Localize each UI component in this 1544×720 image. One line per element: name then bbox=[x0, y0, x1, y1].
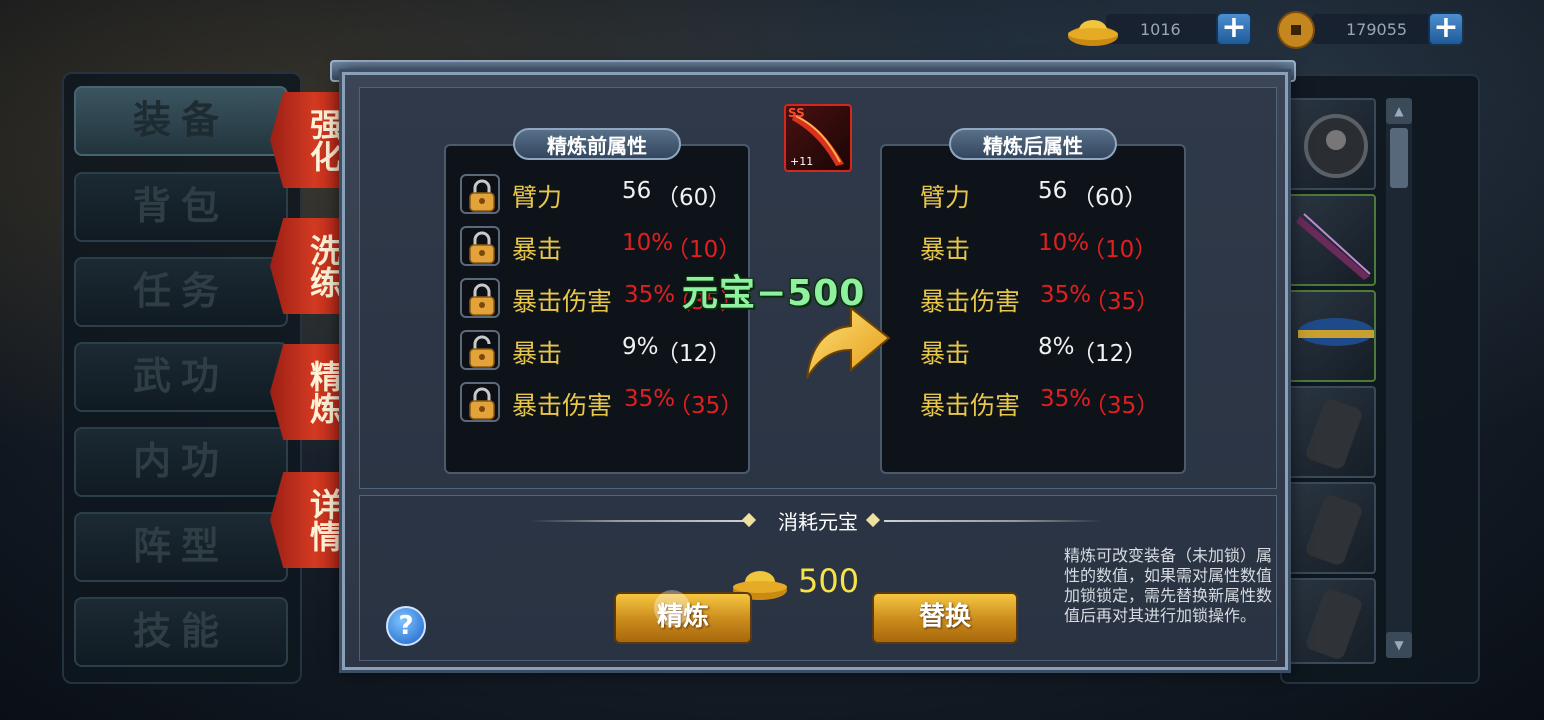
equipment-list: ▲ ▼ bbox=[1280, 74, 1480, 684]
equipment-slot[interactable] bbox=[1288, 578, 1376, 664]
scroll-down-icon[interactable]: ▼ bbox=[1386, 632, 1412, 658]
hat-icon bbox=[1298, 318, 1374, 346]
refine-note: 精炼可改变装备（未加锁）属性的数值，如果需对属性数值加锁锁定，需先替换新属性数值… bbox=[1064, 546, 1273, 625]
menu-bag[interactable]: 背包 bbox=[74, 172, 288, 242]
item-grade: SS bbox=[788, 106, 805, 120]
attribute-name: 暴击伤害 bbox=[512, 391, 613, 420]
scroll-up-icon[interactable]: ▲ bbox=[1386, 98, 1412, 124]
scrollbar[interactable]: ▲ ▼ bbox=[1386, 98, 1412, 658]
attribute-value: 9% bbox=[622, 334, 659, 360]
menu-martial-arts[interactable]: 武功 bbox=[74, 342, 288, 412]
attribute-name: 暴击 bbox=[920, 339, 971, 368]
after-attributes-title: 精炼后属性 bbox=[949, 128, 1117, 160]
attribute-name: 臂力 bbox=[920, 183, 971, 212]
attribute-max: （10） bbox=[666, 237, 742, 263]
attribute-max: （35） bbox=[668, 393, 744, 419]
consume-amount: 500 bbox=[798, 562, 860, 600]
menu-equipment[interactable]: 装备 bbox=[74, 86, 288, 156]
lock-icon[interactable] bbox=[460, 174, 500, 214]
menu-skills[interactable]: 技能 bbox=[74, 597, 288, 667]
before-attribute-row: 暴击伤害 35% （35） bbox=[446, 380, 752, 426]
menu-inner-power[interactable]: 内功 bbox=[74, 427, 288, 497]
attribute-max: （60） bbox=[656, 185, 732, 211]
ingot-amount: 1016 bbox=[1140, 20, 1181, 39]
gauntlet-icon bbox=[1306, 495, 1362, 565]
touch-indicator bbox=[654, 590, 690, 626]
menu-quest[interactable]: 任务 bbox=[74, 257, 288, 327]
tab-details[interactable]: 详情 bbox=[270, 472, 344, 568]
attribute-name: 臂力 bbox=[512, 183, 563, 212]
help-button[interactable]: ? bbox=[386, 606, 426, 646]
after-attribute-row: 暴击 10% （10） bbox=[882, 224, 1188, 270]
attribute-name: 暴击伤害 bbox=[920, 391, 1021, 420]
before-attribute-row: 暴击 9% （12） bbox=[446, 328, 752, 374]
menu-formation[interactable]: 阵型 bbox=[74, 512, 288, 582]
divider-right bbox=[884, 520, 1102, 522]
scroll-thumb[interactable] bbox=[1390, 128, 1408, 188]
attribute-max: （10） bbox=[1082, 237, 1158, 263]
tab-enhance[interactable]: 强化 bbox=[270, 92, 344, 188]
attribute-value: 56 bbox=[622, 178, 652, 204]
refine-dialog: 精炼前属性 臂力 56 （60） 暴击 10% （10） 暴击伤害 35% （35） 暴击 9% （1… bbox=[342, 72, 1288, 670]
blade-icon bbox=[1296, 213, 1371, 280]
equipment-item-icon[interactable]: SS +11 bbox=[784, 104, 852, 172]
lock-icon[interactable] bbox=[460, 382, 500, 422]
tab-reforge[interactable]: 洗练 bbox=[270, 218, 344, 314]
coin-amount: 179055 bbox=[1346, 20, 1408, 39]
replace-button[interactable]: 替换 bbox=[872, 592, 1018, 644]
attribute-value: 8% bbox=[1038, 334, 1075, 360]
gauntlet-icon bbox=[1306, 589, 1362, 659]
cost-float-text: 元宝−500 bbox=[682, 273, 866, 314]
attribute-max: （35） bbox=[1084, 289, 1160, 315]
add-ingot-button[interactable]: + bbox=[1216, 12, 1252, 46]
attribute-max: （35） bbox=[1084, 393, 1160, 419]
attribute-max: （12） bbox=[656, 341, 732, 367]
gauntlet-icon bbox=[1306, 399, 1362, 469]
attribute-max: （12） bbox=[1072, 341, 1148, 367]
after-attributes-panel: 精炼后属性 臂力 56 （60） 暴击 10% （10） 暴击伤害 35% （35） 暴击 8% （1… bbox=[880, 128, 1188, 474]
item-level: +11 bbox=[790, 155, 814, 168]
add-coin-button[interactable]: + bbox=[1428, 12, 1464, 46]
tab-refine[interactable]: 精炼 bbox=[270, 344, 344, 440]
attribute-name: 暴击 bbox=[512, 235, 563, 264]
copper-coin-icon bbox=[1277, 11, 1315, 49]
after-attribute-row: 暴击伤害 35% （35） bbox=[882, 276, 1188, 322]
equipment-slot[interactable] bbox=[1288, 386, 1376, 478]
equipment-slot[interactable] bbox=[1288, 98, 1376, 190]
attribute-max: （60） bbox=[1072, 185, 1148, 211]
before-attributes-title: 精炼前属性 bbox=[513, 128, 681, 160]
attribute-value: 56 bbox=[1038, 178, 1068, 204]
before-attribute-row: 臂力 56 （60） bbox=[446, 172, 752, 218]
unlock-icon[interactable] bbox=[460, 330, 500, 370]
gold-ingot-icon bbox=[1068, 20, 1118, 46]
equipment-slot[interactable] bbox=[1288, 194, 1376, 286]
after-attribute-row: 臂力 56 （60） bbox=[882, 172, 1188, 218]
tab-refine-label: 精炼 bbox=[305, 360, 343, 424]
tab-details-label: 详情 bbox=[305, 488, 343, 552]
after-attribute-row: 暴击 8% （12） bbox=[882, 328, 1188, 374]
left-menu: 装备 背包 任务 武功 内功 阵型 技能 bbox=[62, 72, 302, 684]
equipment-slot[interactable] bbox=[1288, 482, 1376, 574]
tab-reforge-label: 洗练 bbox=[305, 234, 343, 298]
lock-icon[interactable] bbox=[460, 226, 500, 266]
attribute-name: 暴击 bbox=[512, 339, 563, 368]
after-attribute-row: 暴击伤害 35% （35） bbox=[882, 380, 1188, 426]
attribute-name: 暴击伤害 bbox=[512, 287, 613, 316]
attribute-name: 暴击 bbox=[920, 235, 971, 264]
helmet-icon bbox=[1304, 114, 1368, 178]
consume-label: 消耗元宝 bbox=[778, 510, 858, 534]
lock-icon[interactable] bbox=[460, 278, 500, 318]
attribute-name: 暴击伤害 bbox=[920, 287, 1021, 316]
equipment-slot[interactable] bbox=[1288, 290, 1376, 382]
consume-area: 消耗元宝 500 ? 精炼 替换 精炼可改变装备（未加锁）属性的数值，如果需对属… bbox=[359, 495, 1277, 661]
tab-enhance-label: 强化 bbox=[305, 108, 343, 172]
